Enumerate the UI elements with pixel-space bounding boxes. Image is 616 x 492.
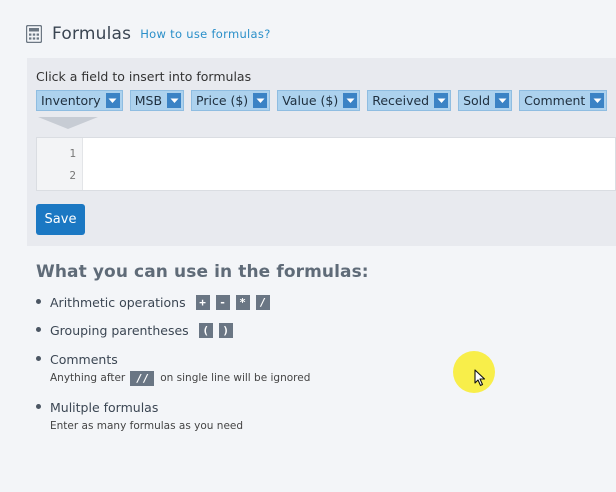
open-paren-symbol: ( xyxy=(198,322,213,338)
field-label: MSB xyxy=(134,93,163,108)
field-value-button[interactable]: Value ($) xyxy=(277,90,361,111)
help-item-detail: Anything after xyxy=(50,372,126,384)
minus-symbol: - xyxy=(215,294,230,310)
field-label: Sold xyxy=(463,93,491,108)
help-item-detail: on single line will be ignored xyxy=(160,372,311,384)
field-label: Inventory xyxy=(41,93,101,108)
calculator-icon xyxy=(26,25,42,43)
field-msb-button[interactable]: MSB xyxy=(129,90,185,111)
field-label: Price ($) xyxy=(196,93,249,108)
divide-symbol: / xyxy=(255,294,270,310)
help-section-title: What you can use in the formulas: xyxy=(36,262,369,282)
line-number: 2 xyxy=(69,169,76,182)
formula-text-area[interactable] xyxy=(83,138,615,190)
field-label: Value ($) xyxy=(282,93,339,108)
field-label: Received xyxy=(372,93,430,108)
formula-code-editor[interactable]: 1 2 xyxy=(36,137,616,191)
field-label: Comment xyxy=(524,93,586,108)
list-item: Mulitple formulas Enter as many formulas… xyxy=(36,397,370,435)
field-inventory-button[interactable]: Inventory xyxy=(36,90,123,111)
chevron-down-icon xyxy=(590,93,605,108)
insert-field-instruction: Click a field to insert into formulas xyxy=(36,69,252,84)
plus-symbol: + xyxy=(195,294,210,310)
page-title: Formulas xyxy=(52,24,132,44)
page-header: Formulas How to use formulas? xyxy=(26,22,271,46)
list-item: Grouping parentheses ( ) xyxy=(36,320,370,340)
chevron-down-icon xyxy=(343,93,358,108)
dropdown-pointer-arrow xyxy=(38,117,98,129)
line-number-gutter: 1 2 xyxy=(37,138,83,190)
list-item: Comments Anything after // on single lin… xyxy=(36,349,370,387)
chevron-down-icon xyxy=(253,93,268,108)
field-received-button[interactable]: Received xyxy=(367,90,452,111)
how-to-use-formulas-link[interactable]: How to use formulas? xyxy=(140,27,270,41)
field-selector-list: Inventory MSB Price ($) Value ($) Receiv… xyxy=(36,90,614,111)
chevron-down-icon xyxy=(105,93,120,108)
comment-symbol: // xyxy=(130,370,155,386)
chevron-down-icon xyxy=(167,93,182,108)
multiply-symbol: * xyxy=(235,294,250,310)
formula-editor-panel: Click a field to insert into formulas In… xyxy=(27,58,616,246)
list-item: Arithmetic operations + - * / xyxy=(36,292,370,312)
help-item-label: Arithmetic operations xyxy=(50,294,186,310)
mouse-pointer-icon xyxy=(474,369,486,387)
help-item-detail: Enter as many formulas as you need xyxy=(50,420,244,432)
line-number: 1 xyxy=(69,147,76,160)
field-price-button[interactable]: Price ($) xyxy=(191,90,271,111)
field-sold-button[interactable]: Sold xyxy=(458,90,513,111)
help-item-label: Mulitple formulas xyxy=(50,399,159,415)
close-paren-symbol: ) xyxy=(218,322,233,338)
chevron-down-icon xyxy=(434,93,449,108)
save-button[interactable]: Save xyxy=(36,204,85,235)
chevron-down-icon xyxy=(495,93,510,108)
field-comment-button[interactable]: Comment xyxy=(519,90,608,111)
help-item-label: Grouping parentheses xyxy=(50,322,189,338)
help-item-label: Comments xyxy=(50,351,118,367)
